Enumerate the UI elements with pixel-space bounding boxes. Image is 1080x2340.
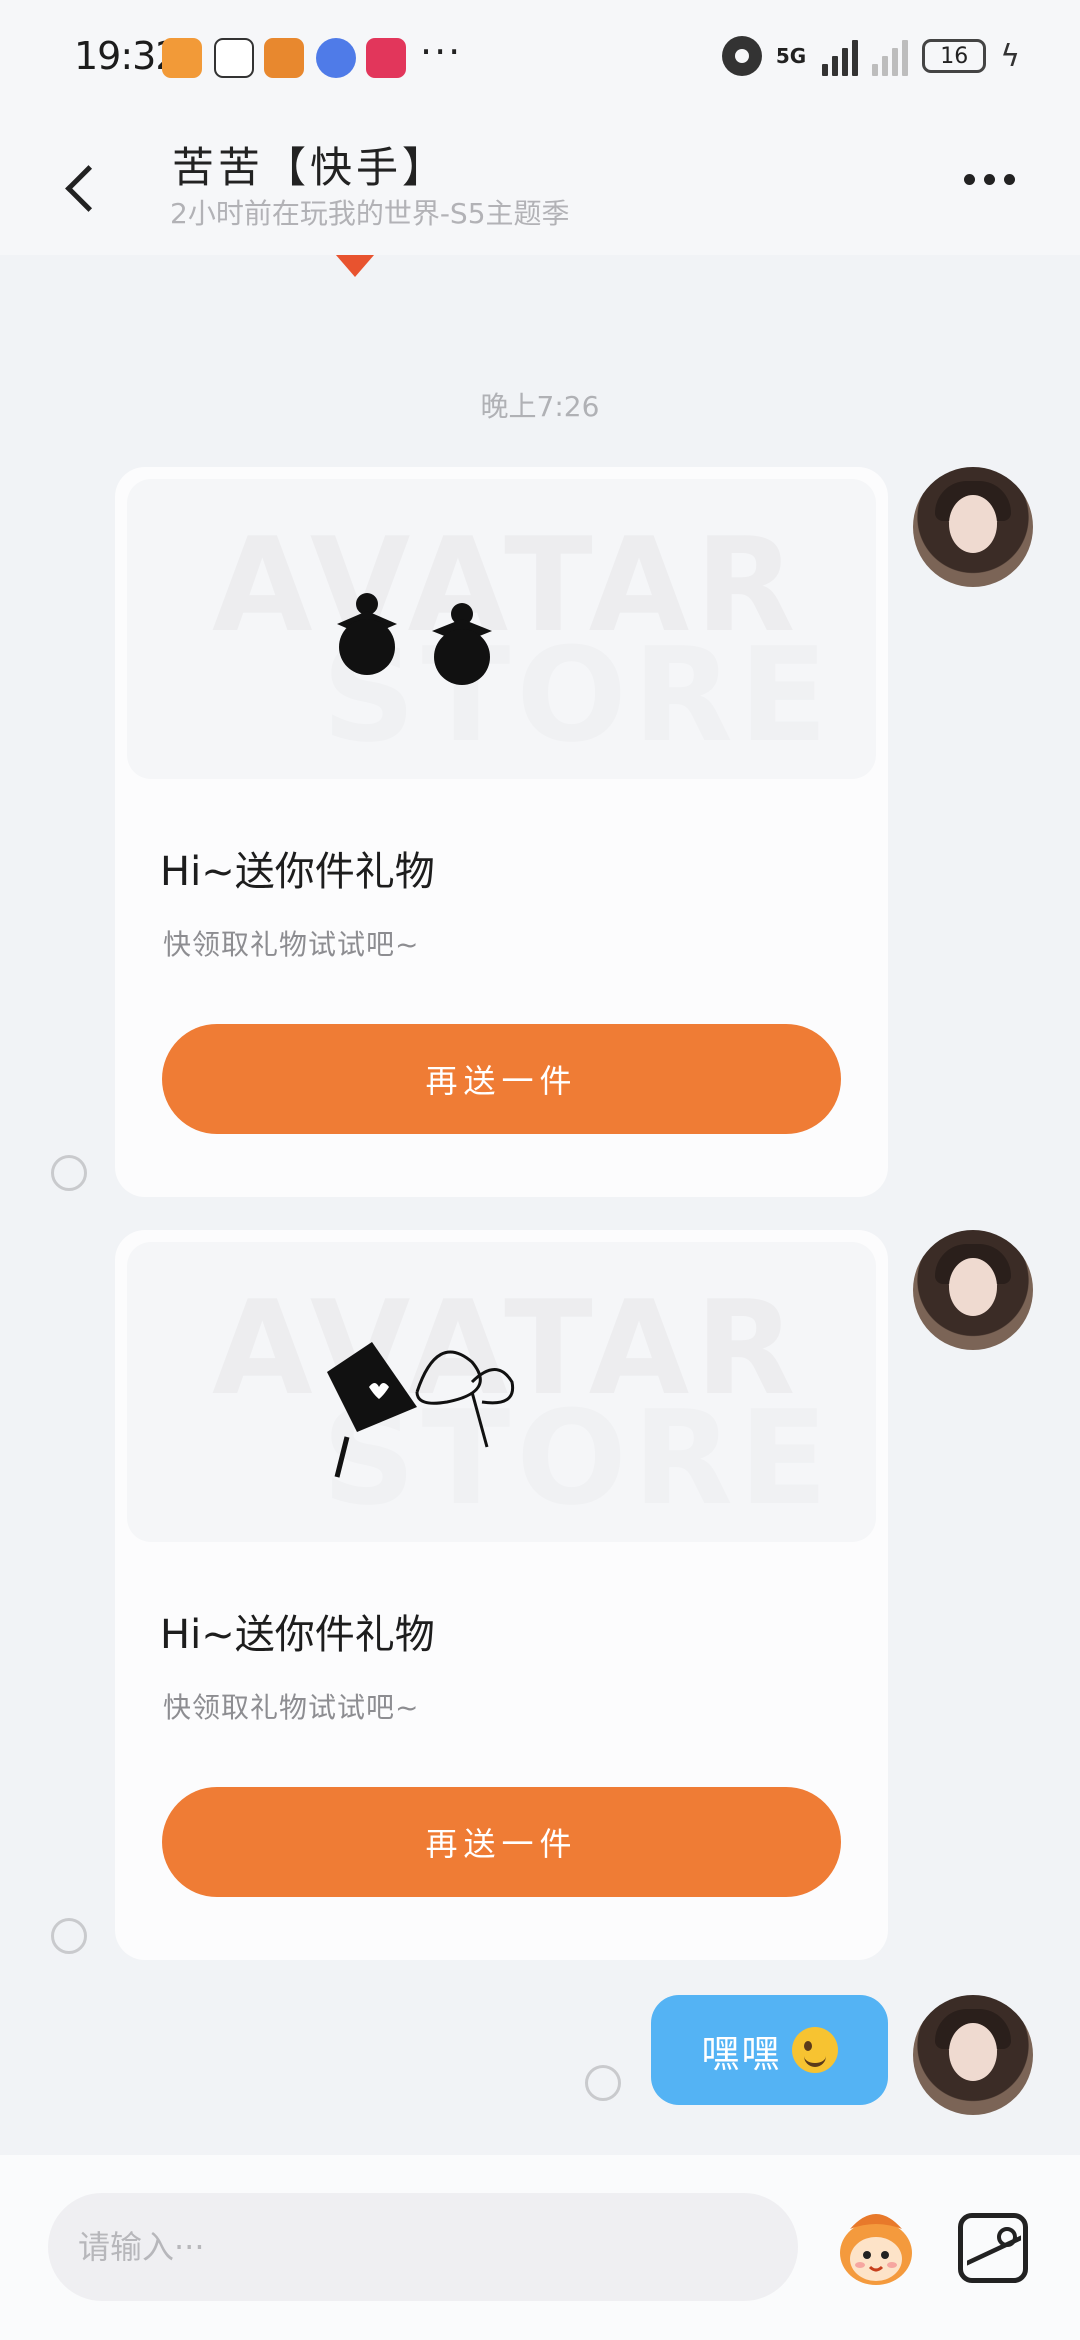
gift-title: Hi~送你件礼物 xyxy=(160,849,435,895)
gift-card[interactable]: AVATAR STORE Hi~送你件礼物 快领取礼物试试吧~ 再送一件 xyxy=(115,467,888,1197)
app-notification-icon xyxy=(214,38,254,78)
gift-title: Hi~送你件礼物 xyxy=(160,1612,435,1658)
status-bar: 19:32 ··· 5G 16 ϟ xyxy=(0,0,1080,120)
avatar[interactable] xyxy=(913,1995,1033,2115)
gift-image: AVATAR STORE xyxy=(127,1242,876,1542)
network-type: 5G xyxy=(775,44,807,68)
message-timestamp: 晚上7:26 xyxy=(480,390,600,423)
gift-description: 快领取礼物试试吧~ xyxy=(163,928,420,961)
send-another-button[interactable]: 再送一件 xyxy=(162,1787,841,1897)
input-bar xyxy=(0,2155,1080,2340)
more-options-button[interactable] xyxy=(964,174,1015,185)
app-notification-icon xyxy=(316,38,356,78)
select-message-checkbox[interactable] xyxy=(51,1155,87,1191)
hair-clip-icon xyxy=(327,1342,515,1478)
avatar[interactable] xyxy=(913,467,1033,587)
signal-icon xyxy=(822,36,859,76)
charging-icon: ϟ xyxy=(1000,38,1020,74)
image-picker-icon[interactable] xyxy=(958,2213,1028,2283)
avatar[interactable] xyxy=(913,1230,1033,1350)
app-notification-icon xyxy=(264,38,304,78)
chat-messages[interactable]: 晚上7:26 AVATAR STORE Hi~送你件礼物 快领取礼物试试吧~ 再… xyxy=(0,255,1080,2155)
text-message-bubble[interactable]: 嘿嘿 xyxy=(651,1995,888,2105)
chat-header: 苦苦【快手】 2小时前在玩我的世界-S5主题季 xyxy=(0,120,1080,255)
chat-title: 苦苦【快手】 xyxy=(172,143,449,192)
battery-icon: 16 xyxy=(922,39,987,73)
message-text: 嘿嘿 xyxy=(701,2031,782,2076)
select-message-checkbox[interactable] xyxy=(585,2065,621,2101)
more-notifications-icon: ··· xyxy=(420,30,463,74)
gift-image: AVATAR STORE xyxy=(127,479,876,779)
select-message-checkbox[interactable] xyxy=(51,1918,87,1954)
signal-2-icon xyxy=(872,36,909,76)
message-input[interactable] xyxy=(48,2193,798,2301)
chat-subtitle: 2小时前在玩我的世界-S5主题季 xyxy=(170,197,570,230)
wink-emoji-icon xyxy=(791,2027,838,2073)
app-notification-icon xyxy=(162,38,202,78)
back-button[interactable] xyxy=(58,150,118,220)
sticker-button-icon[interactable] xyxy=(830,2201,922,2293)
status-icons: 5G 16 ϟ xyxy=(721,36,1020,76)
previous-sticker xyxy=(310,255,400,277)
gift-card[interactable]: AVATAR STORE Hi~送你件礼物 快领取礼物试试吧~ 再送一件 xyxy=(115,1230,888,1960)
earrings-icon xyxy=(337,593,492,685)
app-notification-icon xyxy=(366,38,406,78)
gift-description: 快领取礼物试试吧~ xyxy=(163,1691,420,1724)
alarm-icon xyxy=(721,36,762,76)
send-another-button[interactable]: 再送一件 xyxy=(162,1024,841,1134)
